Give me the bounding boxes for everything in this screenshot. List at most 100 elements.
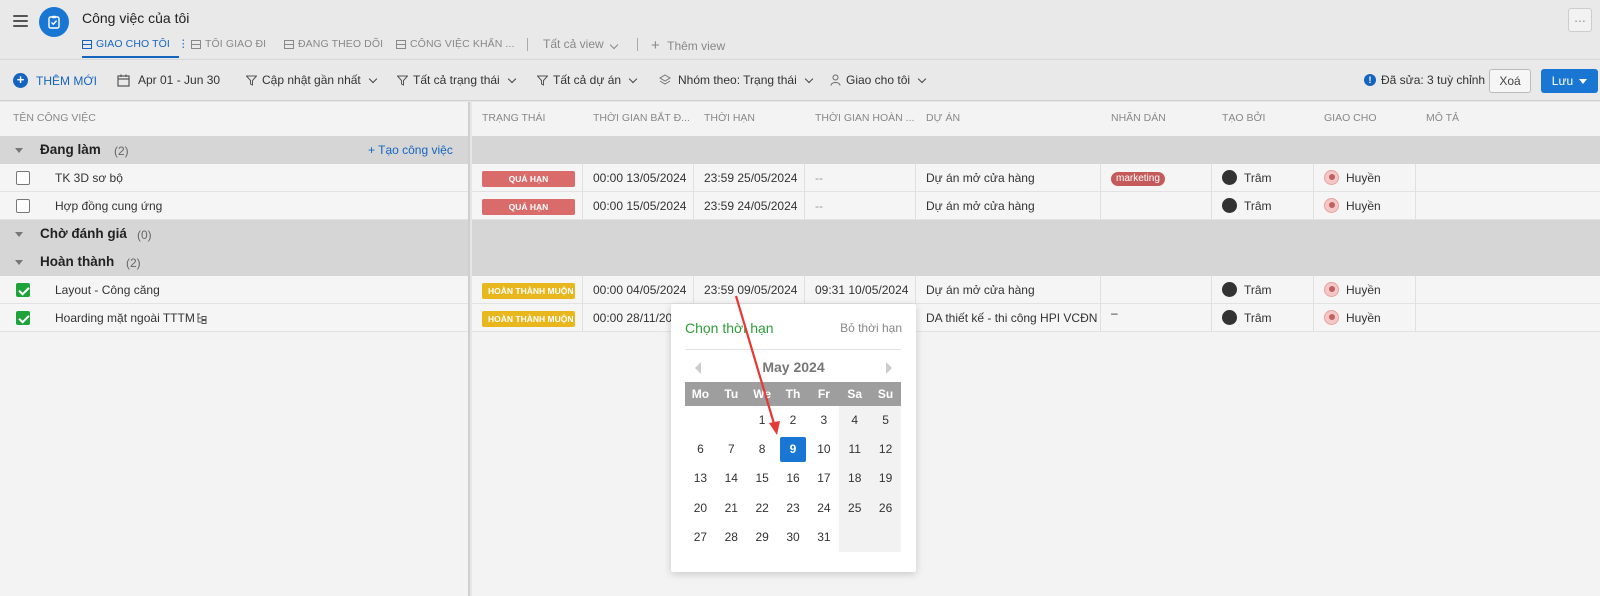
column-header-project[interactable]: DỰ ÁN: [926, 102, 1096, 134]
collapse-triangle-icon[interactable]: [15, 232, 23, 237]
save-button[interactable]: Lưu: [1541, 69, 1598, 93]
collapse-triangle-icon[interactable]: [15, 260, 23, 265]
clear-deadline-button[interactable]: Bỏ thời hạn: [840, 321, 902, 335]
tab-urgent[interactable]: CÔNG VIỆC KHẨN ...: [396, 38, 514, 50]
column-header-deadline[interactable]: THỜI HẠN: [704, 102, 804, 134]
task-checkbox[interactable]: [16, 171, 30, 185]
group-header-in-progress[interactable]: Đang làm (2) + Tạo công việc: [0, 136, 468, 164]
table-row[interactable]: HOÀN THÀNH MUỘN 00:00 04/05/2024 23:59 0…: [472, 276, 1600, 304]
sort-dropdown[interactable]: Cập nhật gần nhất: [246, 73, 377, 87]
column-header-assignee[interactable]: GIAO CHO: [1324, 102, 1414, 134]
start-time-cell[interactable]: 00:00 13/05/2024: [583, 164, 694, 192]
calendar-day[interactable]: 26: [870, 494, 901, 523]
calendar-day[interactable]: 21: [716, 494, 747, 523]
calendar-day[interactable]: 27: [685, 523, 716, 552]
group-header-pending-review[interactable]: Chờ đánh giá (0): [0, 220, 468, 248]
assignee-cell[interactable]: Huyền: [1314, 276, 1416, 304]
status-filter-dropdown[interactable]: Tất cả trạng thái: [397, 73, 516, 87]
task-checkbox[interactable]: [16, 311, 30, 325]
group-by-dropdown[interactable]: Nhóm theo: Trạng thái: [659, 73, 813, 87]
created-by-cell[interactable]: Trâm: [1212, 164, 1314, 192]
column-header-task-name[interactable]: TÊN CÔNG VIỆC: [13, 102, 96, 134]
deadline-cell[interactable]: 23:59 09/05/2024: [694, 276, 805, 304]
all-views-dropdown[interactable]: Tất cả view: [543, 37, 619, 51]
task-row[interactable]: Layout - Công căng: [0, 276, 468, 304]
description-cell[interactable]: [1416, 304, 1600, 332]
column-header-created-by[interactable]: TẠO BỞI: [1222, 102, 1312, 134]
calendar-day[interactable]: 5: [870, 406, 901, 435]
label-cell[interactable]: [1101, 192, 1212, 220]
calendar-day[interactable]: 24: [808, 494, 839, 523]
calendar-day[interactable]: 1: [747, 406, 778, 435]
calendar-day[interactable]: 20: [685, 494, 716, 523]
column-header-description[interactable]: MÔ TẢ: [1426, 102, 1526, 134]
completed-time-cell[interactable]: --: [805, 164, 916, 192]
start-time-cell[interactable]: 00:00 15/05/2024: [583, 192, 694, 220]
menu-icon[interactable]: [13, 15, 28, 27]
completed-time-cell[interactable]: 09:31 10/05/2024: [805, 276, 916, 304]
column-header-completed-time[interactable]: THỜI GIAN HOÀN ...: [815, 102, 919, 134]
group-header-completed[interactable]: Hoàn thành (2): [0, 248, 468, 276]
calendar-day[interactable]: 13: [685, 464, 716, 493]
calendar-day[interactable]: 22: [747, 494, 778, 523]
tab-assigned-by-me[interactable]: TÔI GIAO ĐI: [191, 38, 266, 50]
column-header-label[interactable]: NHÃN DÁN: [1111, 102, 1211, 134]
calendar-day[interactable]: 3: [808, 406, 839, 435]
task-name[interactable]: Hoarding mặt ngoài TTTM: [55, 311, 195, 325]
calendar-day[interactable]: 12: [870, 435, 901, 464]
start-time-cell[interactable]: 00:00 04/05/2024: [583, 276, 694, 304]
calendar-day[interactable]: 31: [808, 523, 839, 552]
task-row[interactable]: Hoarding mặt ngoài TTTM: [0, 304, 468, 332]
calendar-day[interactable]: 30: [778, 523, 809, 552]
collapse-triangle-icon[interactable]: [15, 148, 23, 153]
description-cell[interactable]: [1416, 164, 1600, 192]
project-cell[interactable]: Dự án mở cửa hàng: [916, 276, 1101, 304]
created-by-cell[interactable]: Trâm: [1212, 276, 1314, 304]
task-checkbox[interactable]: [16, 199, 30, 213]
label-cell[interactable]: –: [1101, 304, 1212, 332]
date-range-picker[interactable]: Apr 01 - Jun 30: [117, 73, 220, 87]
calendar-day[interactable]: 11: [839, 435, 870, 464]
calendar-day[interactable]: 23: [778, 494, 809, 523]
description-cell[interactable]: [1416, 192, 1600, 220]
project-filter-dropdown[interactable]: Tất cả dự án: [537, 73, 638, 87]
deadline-cell[interactable]: 23:59 24/05/2024: [694, 192, 805, 220]
task-name[interactable]: Hợp đồng cung ứng: [55, 199, 162, 213]
table-row[interactable]: QUÁ HẠN 00:00 13/05/2024 23:59 25/05/202…: [472, 164, 1600, 192]
deadline-cell[interactable]: 23:59 25/05/2024: [694, 164, 805, 192]
calendar-day[interactable]: 6: [685, 435, 716, 464]
task-name[interactable]: TK 3D sơ bộ: [55, 171, 123, 185]
tab-following[interactable]: ĐANG THEO DÕI: [284, 38, 383, 50]
task-checkbox[interactable]: [16, 283, 30, 297]
project-cell[interactable]: Dự án mở cửa hàng: [916, 164, 1101, 192]
caret-down-icon[interactable]: [1579, 78, 1588, 84]
calendar-day[interactable]: 15: [747, 464, 778, 493]
more-options-button[interactable]: ...: [1568, 8, 1592, 32]
calendar-day[interactable]: 28: [716, 523, 747, 552]
kebab-icon[interactable]: ⋮: [178, 38, 189, 50]
calendar-day[interactable]: 16: [778, 464, 809, 493]
calendar-day[interactable]: 14: [716, 464, 747, 493]
tab-assigned-to-me[interactable]: GIAO CHO TÔI ⋮: [82, 38, 189, 50]
assignee-cell[interactable]: Huyền: [1314, 192, 1416, 220]
next-month-icon[interactable]: [886, 362, 892, 374]
task-row[interactable]: TK 3D sơ bộ: [0, 164, 468, 192]
description-cell[interactable]: [1416, 276, 1600, 304]
calendar-day[interactable]: 17: [808, 464, 839, 493]
table-row[interactable]: HOÀN THÀNH MUỘN 00:00 28/11/20 DA thiết …: [472, 304, 1600, 332]
column-header-status[interactable]: TRẠNG THÁI: [482, 102, 582, 134]
calendar-day[interactable]: 7: [716, 435, 747, 464]
calendar-day[interactable]: 10: [808, 435, 839, 464]
calendar-day[interactable]: 18: [839, 464, 870, 493]
calendar-day[interactable]: 8: [747, 435, 778, 464]
created-by-cell[interactable]: Trâm: [1212, 192, 1314, 220]
task-name[interactable]: Layout - Công căng: [55, 283, 160, 297]
calendar-day[interactable]: 19: [870, 464, 901, 493]
calendar-day[interactable]: 2: [778, 406, 809, 435]
calendar-day[interactable]: 9: [778, 435, 809, 464]
calendar-day[interactable]: 4: [839, 406, 870, 435]
label-cell[interactable]: marketing: [1101, 164, 1212, 192]
project-cell[interactable]: DA thiết kế - thi công HPI VCĐN: [916, 304, 1101, 332]
assignee-filter-dropdown[interactable]: Giao cho tôi: [830, 73, 927, 87]
assignee-cell[interactable]: Huyền: [1314, 164, 1416, 192]
